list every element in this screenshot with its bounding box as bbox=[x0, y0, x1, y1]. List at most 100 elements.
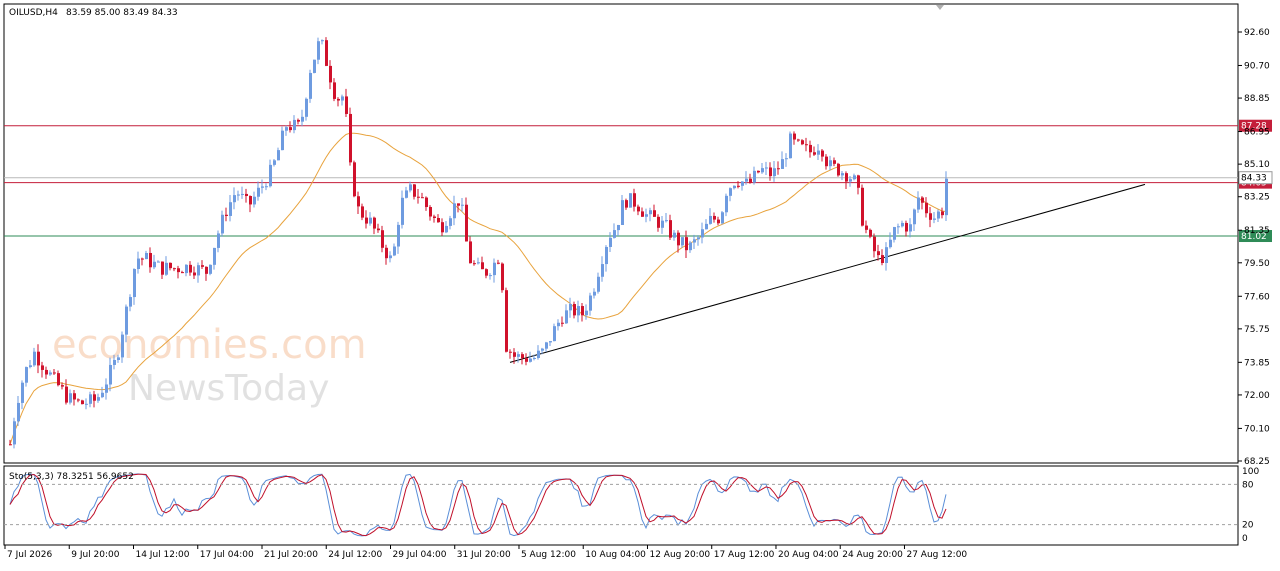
candle-bull bbox=[197, 265, 200, 276]
candle-bear bbox=[561, 322, 564, 324]
time-tick-label: 9 Jul 20:00 bbox=[71, 550, 120, 560]
stoch-level-label: 20 bbox=[1242, 521, 1254, 531]
candle-bull bbox=[549, 341, 552, 343]
candle-bull bbox=[913, 209, 916, 225]
candle-bull bbox=[753, 170, 756, 183]
candle-bull bbox=[117, 357, 120, 361]
candle-bull bbox=[125, 306, 128, 335]
price-tick-label: 92.60 bbox=[1244, 28, 1270, 38]
candle-bull bbox=[97, 397, 100, 401]
candle-bear bbox=[485, 269, 488, 276]
watermark-line1: economies.com bbox=[52, 322, 367, 368]
candle-bear bbox=[181, 272, 184, 274]
candle-bear bbox=[289, 127, 292, 131]
candle-bear bbox=[833, 160, 836, 164]
candle-bear bbox=[737, 185, 740, 187]
candle-bear bbox=[297, 119, 300, 122]
candle-bear bbox=[813, 152, 816, 155]
candle-bear bbox=[481, 262, 484, 270]
candle-bull bbox=[853, 175, 856, 180]
candle-bull bbox=[829, 160, 832, 167]
candle-bull bbox=[409, 184, 412, 191]
candle-bull bbox=[49, 372, 52, 375]
candle-bear bbox=[73, 393, 76, 400]
candle-bull bbox=[533, 357, 536, 359]
candle-bull bbox=[89, 394, 92, 404]
candle-bear bbox=[925, 202, 928, 214]
candle-bull bbox=[689, 242, 692, 251]
candle-bull bbox=[397, 224, 400, 247]
candle-bull bbox=[621, 200, 624, 225]
candle-bull bbox=[401, 197, 404, 225]
candle-bull bbox=[113, 360, 116, 365]
candle-bear bbox=[65, 386, 68, 403]
candle-bull bbox=[21, 382, 24, 403]
candle-bull bbox=[13, 421, 16, 445]
candle-bull bbox=[557, 322, 560, 327]
candle-bull bbox=[153, 261, 156, 268]
chart-window: economies.com NewsToday 87.2884.0581.028… bbox=[0, 0, 1280, 567]
candle-bull bbox=[301, 116, 304, 122]
candle-bear bbox=[677, 232, 680, 246]
candle-bull bbox=[593, 291, 596, 296]
candle-bull bbox=[729, 188, 732, 196]
candle-bear bbox=[861, 187, 864, 226]
candle-bear bbox=[657, 216, 660, 228]
candle-bear bbox=[641, 211, 644, 217]
candle-bull bbox=[25, 367, 28, 383]
candle-bear bbox=[857, 175, 860, 188]
candle-bull bbox=[133, 269, 136, 298]
candle-bull bbox=[33, 351, 36, 366]
candle-bear bbox=[801, 140, 804, 145]
candle-bear bbox=[757, 170, 760, 173]
candle-bear bbox=[245, 193, 248, 197]
candle-bull bbox=[17, 402, 20, 422]
close-tag-label: 84.33 bbox=[1241, 174, 1267, 184]
candle-bear bbox=[77, 399, 80, 401]
price-tick-label: 85.10 bbox=[1244, 160, 1270, 170]
candle-bull bbox=[493, 262, 496, 276]
candle-bull bbox=[121, 334, 124, 358]
candle-bear bbox=[669, 220, 672, 238]
candle-bull bbox=[137, 258, 140, 270]
price-tick-label: 90.70 bbox=[1244, 61, 1270, 71]
candle-bear bbox=[465, 204, 468, 242]
candle-bull bbox=[293, 119, 296, 131]
candle-bull bbox=[221, 214, 224, 234]
candle-bull bbox=[629, 193, 632, 208]
candle-bear bbox=[845, 173, 848, 182]
candle-bull bbox=[885, 247, 888, 264]
candle-bull bbox=[145, 252, 148, 260]
candle-bear bbox=[873, 236, 876, 252]
candle-bear bbox=[169, 262, 172, 269]
candle-bear bbox=[881, 255, 884, 264]
candle-bull bbox=[253, 196, 256, 205]
candle-bear bbox=[717, 219, 720, 224]
candle-bear bbox=[377, 228, 380, 231]
candle-bull bbox=[597, 276, 600, 292]
candle-bear bbox=[205, 266, 208, 274]
candle-bear bbox=[441, 222, 444, 233]
price-tick-label: 77.60 bbox=[1244, 292, 1270, 302]
candle-bull bbox=[841, 173, 844, 176]
price-tick-label: 72.00 bbox=[1244, 391, 1270, 401]
stoch-level-label: 100 bbox=[1242, 467, 1259, 477]
candle-bull bbox=[341, 96, 344, 101]
candle-bull bbox=[705, 223, 708, 230]
candle-bear bbox=[173, 268, 176, 270]
candle-bull bbox=[101, 392, 104, 398]
candle-bear bbox=[501, 263, 504, 291]
candle-bull bbox=[109, 364, 112, 385]
candle-bear bbox=[325, 40, 328, 66]
candle-bull bbox=[257, 187, 260, 197]
candle-bull bbox=[701, 229, 704, 238]
candle-bear bbox=[421, 197, 424, 199]
candle-bull bbox=[933, 218, 936, 220]
candle-bear bbox=[385, 247, 388, 259]
candle-bull bbox=[309, 72, 312, 99]
candle-bear bbox=[749, 178, 752, 183]
time-tick-label: 5 Aug 12:00 bbox=[521, 550, 576, 560]
candle-bear bbox=[381, 230, 384, 248]
candle-bull bbox=[733, 185, 736, 189]
candlestick-chart[interactable]: economies.com NewsToday 87.2884.0581.028… bbox=[0, 0, 1280, 567]
